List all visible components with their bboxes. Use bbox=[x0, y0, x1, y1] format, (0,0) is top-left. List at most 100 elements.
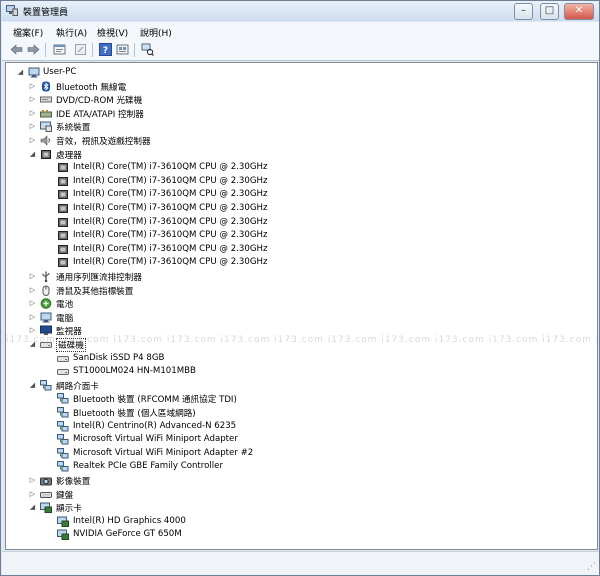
tree-device[interactable]: Microsoft Virtual WiFi Miniport Adapter bbox=[6, 433, 591, 446]
collapse-toggle-icon[interactable]: ◢ bbox=[28, 503, 37, 512]
collapse-toggle-icon[interactable]: ◢ bbox=[28, 150, 37, 159]
help-icon[interactable]: ? bbox=[99, 43, 112, 56]
menu-help[interactable]: 說明(H) bbox=[140, 26, 172, 39]
category-label: 顯示卡 bbox=[56, 504, 82, 515]
tree-category[interactable]: ▷ IDE ATA/ATAPI 控制器 bbox=[6, 107, 591, 120]
tree-category[interactable]: ◢ 網路介面卡 bbox=[6, 379, 591, 392]
menu-bar: 檔案(F) 執行(A) 檢視(V) 說明(H) bbox=[2, 22, 599, 41]
toolbar: ? bbox=[2, 40, 599, 61]
collapse-toggle-icon[interactable]: ◢ bbox=[16, 68, 25, 77]
expand-toggle-icon[interactable]: ▷ bbox=[28, 272, 37, 281]
device-manager-window: 裝置管理員 – □ ✕ 檔案(F) 執行(A) 檢視(V) 說明(H) ? i1… bbox=[0, 0, 600, 576]
category-label: 網路介面卡 bbox=[56, 381, 99, 392]
tree-device[interactable]: NVIDIA GeForce GT 650M bbox=[6, 528, 591, 541]
tree-device[interactable]: Intel(R) Core(TM) i7-3610QM CPU @ 2.30GH… bbox=[6, 202, 591, 215]
tree-category[interactable]: ▷ 音效，視訊及遊戲控制器 bbox=[6, 134, 591, 147]
device-label: Microsoft Virtual WiFi Miniport Adapter bbox=[73, 434, 238, 445]
category-label: 鍵盤 bbox=[56, 490, 74, 501]
title-bar[interactable]: 裝置管理員 – □ ✕ bbox=[1, 1, 599, 21]
tree-category[interactable]: ◢ 顯示卡 bbox=[6, 501, 591, 514]
tree-device[interactable]: Bluetooth 裝置 (個人區域網路) bbox=[6, 406, 591, 419]
maximize-button[interactable]: □ bbox=[540, 3, 559, 20]
tree-device[interactable]: Realtek PCIe GBE Family Controller bbox=[6, 460, 591, 473]
tree-device[interactable]: Intel(R) Core(TM) i7-3610QM CPU @ 2.30GH… bbox=[6, 161, 591, 174]
tree-device[interactable]: Intel(R) Centrino(R) Advanced-N 6235 bbox=[6, 420, 591, 433]
expand-toggle-icon[interactable]: ▷ bbox=[28, 299, 37, 308]
expand-toggle-icon[interactable]: ▷ bbox=[28, 136, 37, 145]
svg-text:?: ? bbox=[103, 46, 108, 56]
collapse-toggle-icon[interactable]: ◢ bbox=[28, 381, 37, 390]
tree-category[interactable]: ▷ 通用序列匯流排控制器 bbox=[6, 270, 591, 283]
category-label: 監視器 bbox=[56, 327, 82, 338]
back-arrow-icon[interactable] bbox=[10, 43, 23, 56]
expand-toggle-icon[interactable]: ▷ bbox=[28, 122, 37, 131]
tree-category[interactable]: ▷ Bluetooth 無線電 bbox=[6, 80, 591, 93]
device-label: Bluetooth 裝置 (個人區域網路) bbox=[73, 409, 196, 419]
expand-toggle-icon[interactable]: ▷ bbox=[28, 490, 37, 499]
collapse-toggle-icon[interactable]: ◢ bbox=[28, 340, 37, 349]
forward-arrow-icon[interactable] bbox=[27, 43, 40, 56]
tree-category[interactable]: ▷ 監視器 bbox=[6, 324, 591, 337]
expand-toggle-icon[interactable]: ▷ bbox=[28, 313, 37, 322]
tree-device[interactable]: SanDisk iSSD P4 8GB bbox=[6, 352, 591, 365]
tree-device[interactable]: Intel(R) Core(TM) i7-3610QM CPU @ 2.30GH… bbox=[6, 256, 591, 269]
tree-category[interactable]: ◢ 處理器 bbox=[6, 148, 591, 161]
tree-device[interactable]: Intel(R) Core(TM) i7-3610QM CPU @ 2.30GH… bbox=[6, 243, 591, 256]
device-label: Intel(R) Core(TM) i7-3610QM CPU @ 2.30GH… bbox=[73, 243, 268, 254]
expand-toggle-icon[interactable]: ▷ bbox=[28, 286, 37, 295]
tree-root[interactable]: ◢ User-PC bbox=[6, 66, 591, 79]
category-label: 音效，視訊及遊戲控制器 bbox=[56, 137, 151, 147]
scan-hardware-icon[interactable] bbox=[141, 43, 154, 56]
close-button[interactable]: ✕ bbox=[564, 3, 594, 20]
tree-device[interactable]: ST1000LM024 HN-M101MBB bbox=[6, 365, 591, 378]
menu-action[interactable]: 執行(A) bbox=[56, 26, 87, 39]
category-label: IDE ATA/ATAPI 控制器 bbox=[56, 109, 144, 120]
category-label: 系統裝置 bbox=[56, 123, 91, 134]
tree-device[interactable]: Bluetooth 裝置 (RFCOMM 通訊協定 TDI) bbox=[6, 392, 591, 405]
tree-category[interactable]: ▷ 電池 bbox=[6, 297, 591, 310]
device-label: Intel(R) Core(TM) i7-3610QM CPU @ 2.30GH… bbox=[73, 203, 268, 213]
tree-device[interactable]: Intel(R) Core(TM) i7-3610QM CPU @ 2.30GH… bbox=[6, 229, 591, 242]
device-label: Bluetooth 裝置 (RFCOMM 通訊協定 TDI) bbox=[73, 395, 237, 406]
tree-root-label: User-PC bbox=[43, 67, 77, 77]
category-label: 處理器 bbox=[56, 150, 82, 161]
tree-category[interactable]: ▷ 影像裝置 bbox=[6, 474, 591, 487]
resize-grip-icon[interactable]: ⋰ bbox=[587, 562, 596, 572]
menu-view[interactable]: 檢視(V) bbox=[97, 26, 128, 39]
device-tree[interactable]: i173.com i173.com i173.com i173.com i173… bbox=[5, 62, 598, 550]
device-label: Intel(R) Core(TM) i7-3610QM CPU @ 2.30GH… bbox=[73, 162, 268, 173]
tree-category[interactable]: ▷ 滑鼠及其他指標裝置 bbox=[6, 284, 591, 297]
tree-category[interactable]: ▷ 鍵盤 bbox=[6, 488, 591, 501]
expand-toggle-icon[interactable]: ▷ bbox=[28, 109, 37, 118]
tree-device[interactable]: Intel(R) Core(TM) i7-3610QM CPU @ 2.30GH… bbox=[6, 188, 591, 201]
device-label: Intel(R) HD Graphics 4000 bbox=[73, 515, 186, 526]
tree-category[interactable]: ▷ 系統裝置 bbox=[6, 120, 591, 133]
tree-device[interactable]: Intel(R) Core(TM) i7-3610QM CPU @ 2.30GH… bbox=[6, 175, 591, 188]
tree-category[interactable]: ▷ 電腦 bbox=[6, 311, 591, 324]
status-bar: ⋰ bbox=[2, 551, 599, 575]
category-label: 電池 bbox=[56, 300, 74, 311]
update-driver-icon[interactable] bbox=[74, 43, 87, 56]
properties-icon[interactable] bbox=[53, 43, 66, 56]
expand-toggle-icon[interactable]: ▷ bbox=[28, 95, 37, 104]
tree-device[interactable]: Intel(R) Core(TM) i7-3610QM CPU @ 2.30GH… bbox=[6, 216, 591, 229]
expand-toggle-icon[interactable]: ▷ bbox=[28, 82, 37, 91]
category-label: 磁碟機 bbox=[56, 338, 86, 352]
tree-category[interactable]: ◢ 磁碟機 bbox=[6, 338, 591, 352]
tree-device[interactable]: Microsoft Virtual WiFi Miniport Adapter … bbox=[6, 447, 591, 460]
category-label: Bluetooth 無線電 bbox=[56, 82, 127, 93]
expand-toggle-icon[interactable]: ▷ bbox=[28, 326, 37, 335]
show-hidden-icon[interactable] bbox=[116, 43, 129, 56]
expand-toggle-icon[interactable]: ▷ bbox=[28, 476, 37, 485]
device-label: Intel(R) Core(TM) i7-3610QM CPU @ 2.30GH… bbox=[73, 175, 268, 186]
device-label: SanDisk iSSD P4 8GB bbox=[73, 352, 165, 363]
device-manager-icon bbox=[6, 5, 18, 16]
category-label: 影像裝置 bbox=[56, 477, 91, 487]
tree-category[interactable]: ▷ DVD/CD-ROM 光碟機 bbox=[6, 93, 591, 106]
tree-device[interactable]: Intel(R) HD Graphics 4000 bbox=[6, 515, 591, 528]
menu-file[interactable]: 檔案(F) bbox=[13, 26, 43, 39]
device-label: ST1000LM024 HN-M101MBB bbox=[73, 366, 196, 377]
minimize-button[interactable]: – bbox=[514, 3, 533, 20]
device-label: Realtek PCIe GBE Family Controller bbox=[73, 461, 223, 472]
device-label: Intel(R) Centrino(R) Advanced-N 6235 bbox=[73, 420, 237, 431]
